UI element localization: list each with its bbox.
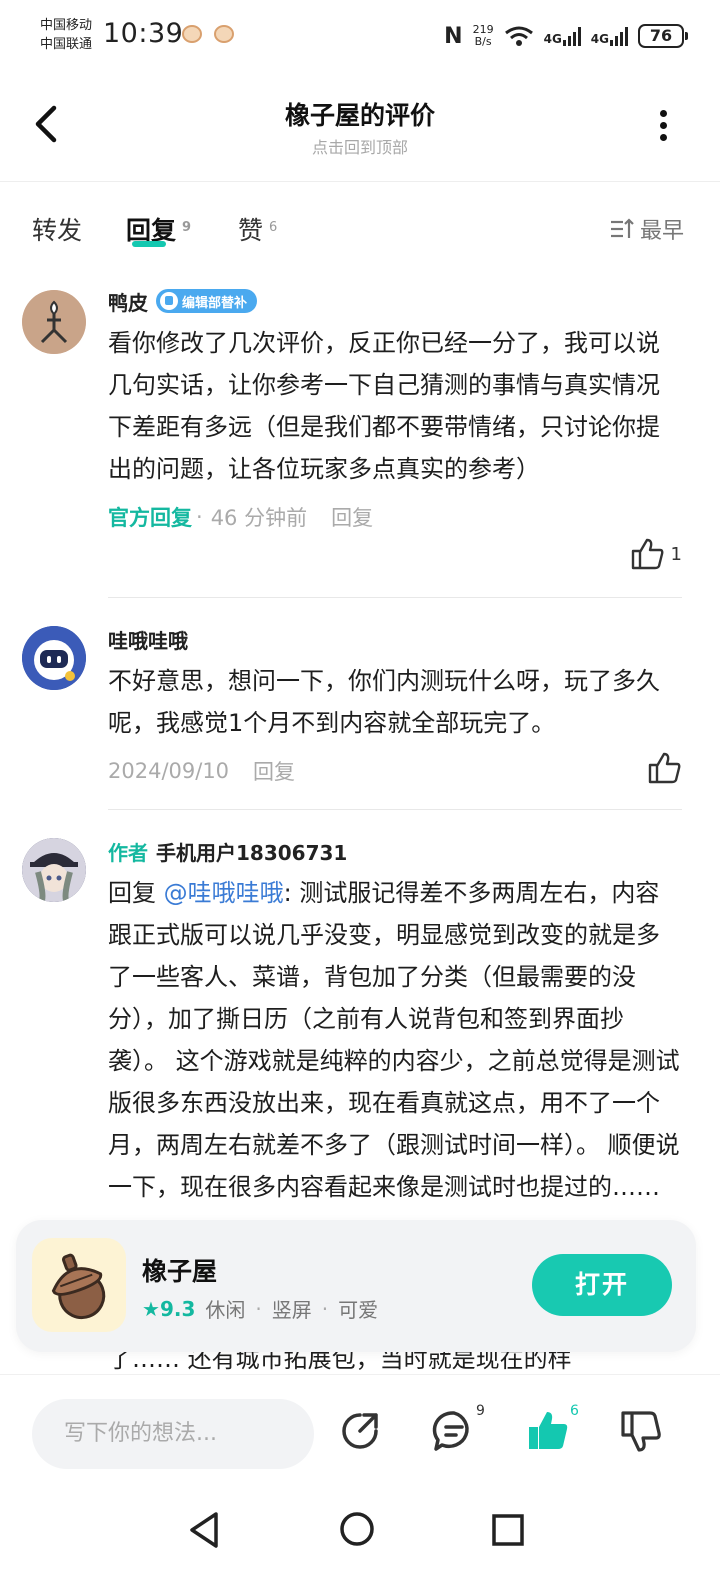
user-badge: 编辑部替补 — [156, 289, 258, 313]
comment-input[interactable]: 写下你的想法... — [32, 1399, 314, 1469]
official-reply-tag: 官方回复 — [108, 506, 192, 530]
comment-body: 作者 手机用户18306731 回复 @哇哦哇哦: 测试服记得差不多两周左右，内… — [108, 836, 682, 1208]
reply-button[interactable]: 回复 — [253, 756, 295, 786]
thumbs-up-icon[interactable] — [526, 1409, 570, 1453]
nfc-icon: N — [444, 23, 463, 49]
tab-repost[interactable]: 转发 — [32, 211, 82, 247]
sort-icon — [610, 218, 634, 238]
like-button[interactable] — [648, 752, 682, 784]
reply-button[interactable]: 回复 — [331, 502, 373, 532]
app-tag: 竖屏 — [271, 1298, 312, 1322]
share-icon[interactable] — [338, 1409, 382, 1453]
bottom-action-bar: 写下你的想法... 9 6 — [0, 1374, 720, 1484]
comment-time: 46 分钟前 — [210, 506, 308, 530]
comment-icon[interactable] — [432, 1409, 476, 1453]
page-header: 橡子屋的评价 点击回到顶部 — [0, 72, 720, 182]
thumbs-down-icon[interactable] — [620, 1409, 664, 1453]
app-card[interactable]: 橡子屋 ★9.3 休闲 · 竖屏 · 可爱 打开 — [16, 1220, 696, 1352]
nav-home-icon[interactable] — [338, 1510, 376, 1548]
battery-icon: 76 — [638, 24, 688, 48]
mention-link[interactable]: @哇哦哇哦 — [164, 879, 284, 907]
avatar[interactable] — [22, 626, 86, 690]
like-count: 6 — [570, 1403, 579, 1419]
comment-meta: 官方回复 · 46 分钟前 回复 — [108, 502, 682, 532]
app-rating: ★9.3 — [142, 1296, 196, 1321]
reply-count: 9 — [476, 1403, 485, 1419]
comment-header: 作者 手机用户18306731 — [108, 836, 682, 866]
wifi-icon — [504, 26, 533, 46]
comment-text: 不好意思，想问一下，你们内测玩什么呀，玩了多久呢，我感觉1个月不到内容就全部玩完… — [108, 667, 660, 737]
app-icon[interactable] — [32, 1238, 126, 1332]
carrier-info: 中国移动 中国联通 — [40, 16, 92, 54]
app-meta: ★9.3 休闲 · 竖屏 · 可爱 — [142, 1294, 378, 1323]
active-tab-indicator — [132, 241, 166, 247]
sort-toggle[interactable]: 最早 — [610, 213, 684, 245]
tab-bar: 转发 回复 9 赞6 最早 — [32, 205, 684, 255]
open-app-button[interactable]: 打开 — [532, 1254, 672, 1316]
comment-text: 回复 @哇哦哇哦: 测试服记得差不多两周左右，内容跟正式版可以说几乎没变，明显感… — [108, 879, 680, 1201]
notification-icon — [182, 25, 202, 43]
scroll-to-top-hint[interactable]: 点击回到顶部 — [0, 134, 720, 158]
thumbs-up-icon — [648, 752, 681, 784]
page-title[interactable]: 橡子屋的评价 — [0, 96, 720, 132]
avatar[interactable] — [22, 838, 86, 902]
user-avatar-image — [22, 626, 86, 690]
nav-recents-icon[interactable] — [490, 1512, 526, 1548]
carrier-1: 中国移动 — [40, 18, 93, 33]
comment-text: 看你修改了几次评价，反正你已经一分了，我可以说几句实话，让你参考一下自己猜测的事… — [108, 329, 660, 483]
app-name: 橡子屋 — [142, 1257, 218, 1286]
comment-header: 鸭皮 编辑部替补 — [108, 286, 682, 316]
carrier-2: 中国联通 — [40, 37, 93, 52]
nav-back-icon[interactable] — [186, 1510, 222, 1550]
tab-count: 6 — [269, 220, 278, 235]
tab-likes[interactable]: 赞6 — [238, 211, 277, 247]
username[interactable]: 手机用户18306731 — [156, 837, 347, 866]
badge-icon — [160, 292, 178, 310]
signal-icon: 4G — [591, 26, 628, 46]
tab-count: 9 — [182, 220, 192, 235]
author-tag: 作者 — [108, 840, 148, 865]
thumbs-up-icon — [631, 538, 663, 570]
comment-item: 作者 手机用户18306731 回复 @哇哦哇哦: 测试服记得差不多两周左右，内… — [0, 836, 720, 1220]
avatar[interactable] — [22, 290, 86, 354]
app-tag: 可爱 — [338, 1298, 379, 1322]
comment-body: 哇哦哇哦 不好意思，想问一下，你们内测玩什么呀，玩了多久呢，我感觉1个月不到内容… — [108, 624, 682, 786]
network-speed: 219 B/s — [472, 23, 494, 48]
username[interactable]: 哇哦哇哦 — [108, 625, 188, 654]
user-avatar-image — [22, 838, 86, 902]
signal-icon: 4G — [544, 26, 581, 46]
divider — [108, 597, 682, 598]
notification-icon — [214, 25, 234, 43]
comment-header: 哇哦哇哦 — [108, 624, 682, 654]
username[interactable]: 鸭皮 — [108, 287, 148, 316]
app-tag: 休闲 — [205, 1298, 246, 1322]
comment-meta: 2024/09/10 回复 — [108, 756, 682, 786]
sort-label: 最早 — [639, 219, 684, 244]
acorn-icon — [51, 1253, 106, 1320]
system-nav-bar — [0, 1484, 720, 1583]
more-menu-icon[interactable] — [658, 110, 668, 141]
divider — [108, 809, 682, 810]
comment-body: 鸭皮 编辑部替补 看你修改了几次评价，反正你已经一分了，我可以说几句实话，让你参… — [108, 286, 682, 570]
comment-time: 2024/09/10 — [108, 759, 230, 783]
status-icons: N 219 B/s 4G 4G 76 — [444, 20, 688, 52]
like-count: 1 — [670, 543, 682, 565]
like-button[interactable]: 1 — [631, 538, 682, 570]
status-bar: 中国移动 中国联通 10:39 N 219 B/s 4G 4G 76 — [0, 0, 720, 72]
clock: 10:39 — [103, 18, 184, 49]
user-avatar-image — [22, 290, 86, 354]
